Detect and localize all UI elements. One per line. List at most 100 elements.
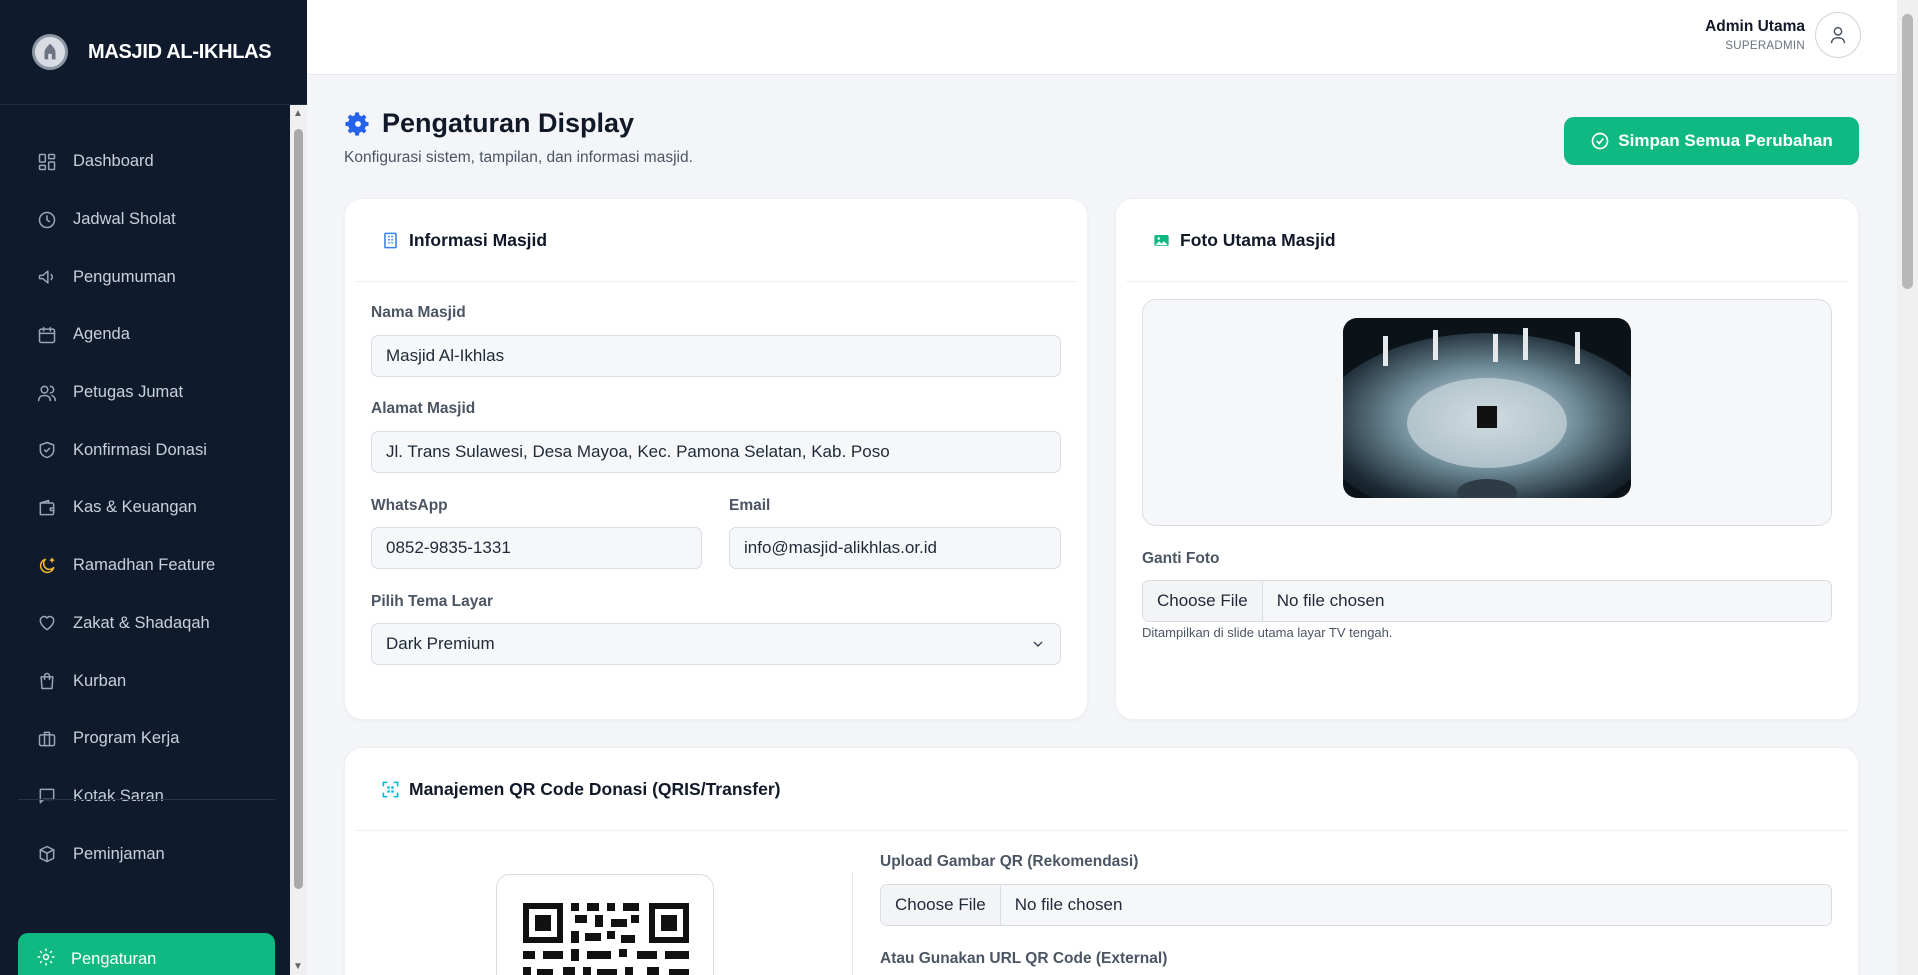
mosque-logo-icon xyxy=(32,34,68,70)
sidebar-item-dashboard[interactable]: Dashboard xyxy=(0,133,290,191)
sidebar-item-label: Pengumuman xyxy=(73,267,176,286)
card-header: Foto Utama Masjid xyxy=(1126,199,1848,282)
brand[interactable]: MASJID AL-IKHLAS xyxy=(0,0,307,105)
chevron-down-icon xyxy=(1033,641,1043,647)
sidebar-item-label: Agenda xyxy=(73,325,130,344)
user-icon xyxy=(1830,26,1846,44)
gear-icon xyxy=(36,947,71,972)
nama-masjid-input[interactable]: Masjid Al-Ikhlas xyxy=(371,335,1061,377)
tema-layar-value: Dark Premium xyxy=(386,634,495,653)
qr-preview xyxy=(496,874,714,975)
sidebar-item-kurban[interactable]: Kurban xyxy=(0,652,290,710)
masjid-photo-image xyxy=(1343,318,1631,498)
upload-qr-label: Upload Gambar QR (Rekomendasi) xyxy=(880,853,1139,870)
sidebar-item-label: Peminjaman xyxy=(73,844,165,863)
building-icon xyxy=(384,232,397,248)
check-circle-icon xyxy=(1591,132,1609,150)
sidebar: MASJID AL-IKHLAS Dashboard Jadwal Sholat… xyxy=(0,0,307,975)
sidebar-item-kas-keuangan[interactable]: Kas & Keuangan xyxy=(0,479,290,537)
tema-layar-label: Pilih Tema Layar xyxy=(371,593,494,610)
sidebar-item-label: Dashboard xyxy=(73,152,154,171)
sidebar-item-label: Kotak Saran xyxy=(73,786,164,805)
topbar: Admin Utama SUPERADMIN xyxy=(307,0,1897,75)
sidebar-item-pengaturan[interactable]: Pengaturan xyxy=(18,933,275,975)
whatsapp-label: WhatsApp xyxy=(371,497,448,514)
sidebar-item-petugas-jumat[interactable]: Petugas Jumat xyxy=(0,364,290,422)
page-header: Pengaturan Display Konfigurasi sistem, t… xyxy=(344,108,693,167)
whatsapp-input[interactable]: 0852-9835-1331 xyxy=(371,527,702,569)
choose-file-button[interactable]: Choose File xyxy=(881,885,1001,925)
save-all-button[interactable]: Simpan Semua Perubahan xyxy=(1564,117,1859,165)
sidebar-item-agenda[interactable]: Agenda xyxy=(0,306,290,364)
sidebar-item-ramadhan-feature[interactable]: Ramadhan Feature xyxy=(0,537,290,595)
tema-layar-select[interactable]: Dark Premium xyxy=(371,623,1061,665)
shield-check-icon xyxy=(36,439,58,461)
message-icon xyxy=(36,785,58,807)
alamat-masjid-input[interactable]: Jl. Trans Sulawesi, Desa Mayoa, Kec. Pam… xyxy=(371,431,1061,473)
email-field[interactable]: info@masjid-alikhlas.or.id xyxy=(729,527,1061,569)
gear-icon xyxy=(345,111,369,136)
page-title: Pengaturan Display xyxy=(344,108,693,139)
sidebar-item-pengumuman[interactable]: Pengumuman xyxy=(0,248,290,306)
sidebar-item-label: Petugas Jumat xyxy=(73,383,184,402)
box-icon xyxy=(36,843,58,865)
sidebar-item-label: Zakat & Shadaqah xyxy=(73,613,210,632)
users-icon xyxy=(36,382,58,404)
scroll-down-icon[interactable]: ▼ xyxy=(293,961,303,972)
clock-icon xyxy=(36,209,58,231)
image-icon xyxy=(1154,234,1169,246)
megaphone-icon xyxy=(36,266,58,288)
page-scrollbar[interactable] xyxy=(1897,0,1918,975)
page-title-text: Pengaturan Display xyxy=(382,108,635,138)
sidebar-item-label: Kas & Keuangan xyxy=(73,498,197,517)
card-header: Informasi Masjid xyxy=(355,199,1077,282)
sidebar-item-konfirmasi-donasi[interactable]: Konfirmasi Donasi xyxy=(0,421,290,479)
sidebar-scroll-thumb[interactable] xyxy=(294,129,303,889)
scroll-up-icon[interactable]: ▲ xyxy=(293,108,303,119)
user-menu[interactable]: Admin Utama SUPERADMIN xyxy=(1705,12,1861,58)
card-header: Manajemen QR Code Donasi (QRIS/Transfer) xyxy=(355,748,1848,831)
no-file-text: No file chosen xyxy=(1276,591,1385,610)
user-info: Admin Utama SUPERADMIN xyxy=(1705,18,1805,52)
sidebar-scrollbar[interactable]: ▲ ▼ xyxy=(290,105,307,975)
briefcase-icon xyxy=(36,728,58,750)
card-title: Manajemen QR Code Donasi (QRIS/Transfer) xyxy=(409,778,781,799)
card-title: Foto Utama Masjid xyxy=(1180,229,1336,250)
qr-scan-icon xyxy=(382,781,399,797)
choose-file-button[interactable]: Choose File xyxy=(1143,581,1263,621)
sidebar-item-label: Ramadhan Feature xyxy=(73,556,216,575)
save-all-label: Simpan Semua Perubahan xyxy=(1618,131,1833,150)
foto-file-input[interactable]: Choose File No file chosen xyxy=(1142,580,1832,622)
qr-file-input[interactable]: Choose File No file chosen xyxy=(880,884,1832,926)
sidebar-divider xyxy=(18,799,275,800)
moon-icon xyxy=(36,555,58,577)
sidebar-item-label: Jadwal Sholat xyxy=(73,210,176,229)
user-name: Admin Utama xyxy=(1705,18,1805,35)
sidebar-item-label: Program Kerja xyxy=(73,729,180,748)
ganti-foto-label: Ganti Foto xyxy=(1142,550,1220,567)
sidebar-nav: Dashboard Jadwal Sholat Pengumuman Agend… xyxy=(0,105,290,975)
foto-hint: Ditampilkan di slide utama layar TV teng… xyxy=(1142,625,1393,640)
url-qr-label: Atau Gunakan URL QR Code (External) xyxy=(880,950,1168,967)
sidebar-item-program-kerja[interactable]: Program Kerja xyxy=(0,710,290,768)
alamat-masjid-label: Alamat Masjid xyxy=(371,400,476,417)
sidebar-item-peminjaman[interactable]: Peminjaman xyxy=(0,825,290,883)
qr-code-image xyxy=(523,903,689,975)
sidebar-item-kotak-saran[interactable]: Kotak Saran xyxy=(0,768,290,826)
heart-icon xyxy=(36,612,58,634)
sidebar-item-label: Pengaturan xyxy=(71,949,157,968)
brand-title: MASJID AL-IKHLAS xyxy=(88,40,272,63)
sidebar-item-label: Kurban xyxy=(73,671,127,690)
masjid-photo xyxy=(1343,318,1631,498)
user-role: SUPERADMIN xyxy=(1725,40,1805,52)
page-scroll-thumb[interactable] xyxy=(1902,14,1913,289)
qr-divider xyxy=(852,873,853,975)
grid-icon xyxy=(36,151,58,173)
nama-masjid-label: Nama Masjid xyxy=(371,304,466,321)
sidebar-item-jadwal-sholat[interactable]: Jadwal Sholat xyxy=(0,191,290,249)
no-file-text: No file chosen xyxy=(1014,895,1123,914)
sidebar-item-zakat-shadaqah[interactable]: Zakat & Shadaqah xyxy=(0,595,290,653)
bag-icon xyxy=(36,670,58,692)
wallet-icon xyxy=(36,497,58,519)
avatar[interactable] xyxy=(1815,12,1861,58)
